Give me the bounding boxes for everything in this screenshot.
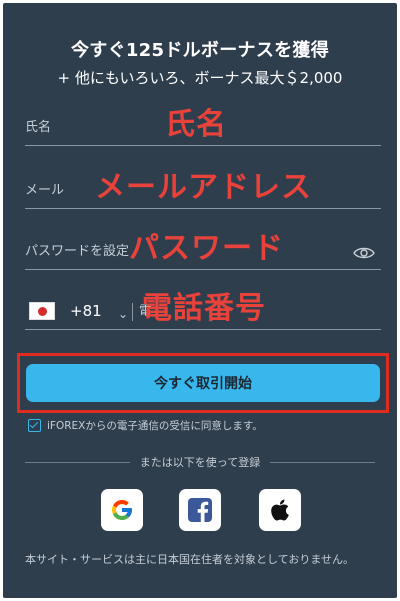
- phone-separator: [132, 303, 133, 321]
- start-trading-button[interactable]: 今すぐ取引開始: [26, 364, 380, 402]
- signup-panel: 今すぐ125ドルボーナスを獲得 + 他にもいろいろ、ボーナス最大＄2,000 氏…: [3, 3, 397, 598]
- page-title: 今すぐ125ドルボーナスを獲得: [70, 40, 330, 61]
- divider-line-right: [270, 461, 376, 463]
- eye-icon[interactable]: [353, 246, 375, 260]
- google-signup-button[interactable]: [101, 489, 143, 531]
- email-field[interactable]: メール メールアドレス: [25, 169, 381, 209]
- divider-line-left: [25, 461, 130, 463]
- email-placeholder: メール: [25, 183, 65, 198]
- name-placeholder: 氏名: [25, 120, 52, 135]
- or-divider: または以下を使って登録: [25, 454, 376, 470]
- country-code[interactable]: +81: [70, 302, 102, 320]
- google-icon: [112, 500, 132, 520]
- facebook-signup-button[interactable]: [179, 489, 221, 531]
- consent-row[interactable]: iFOREXからの電子通信の受信に同意します。: [28, 418, 263, 433]
- divider-text: または以下を使って登録: [139, 456, 261, 469]
- apple-signup-button[interactable]: [259, 489, 301, 531]
- phone-field[interactable]: +81 ⌄ 電 電話番号: [25, 290, 381, 330]
- name-annotation: 氏名: [165, 107, 227, 142]
- email-annotation: メールアドレス: [95, 170, 312, 205]
- chevron-down-icon[interactable]: ⌄: [118, 307, 128, 321]
- facebook-icon: [188, 498, 212, 522]
- password-placeholder: パスワードを設定: [25, 244, 130, 259]
- phone-annotation: 電話番号: [142, 291, 266, 326]
- consent-label: iFOREXからの電子通信の受信に同意します。: [47, 420, 263, 432]
- page-subtitle: + 他にもいろいろ、ボーナス最大＄2,000: [57, 69, 343, 87]
- apple-icon: [271, 499, 289, 521]
- password-field[interactable]: パスワードを設定 パスワード: [25, 230, 381, 270]
- consent-checkbox[interactable]: [28, 419, 41, 432]
- password-annotation: パスワード: [129, 231, 284, 266]
- name-field[interactable]: 氏名 氏名: [25, 106, 381, 146]
- footer-notice: 本サイト・サービスは主に日本国在住者を対象としておりません。: [25, 553, 355, 566]
- flag-circle: [38, 307, 47, 316]
- japan-flag-icon[interactable]: [29, 302, 55, 320]
